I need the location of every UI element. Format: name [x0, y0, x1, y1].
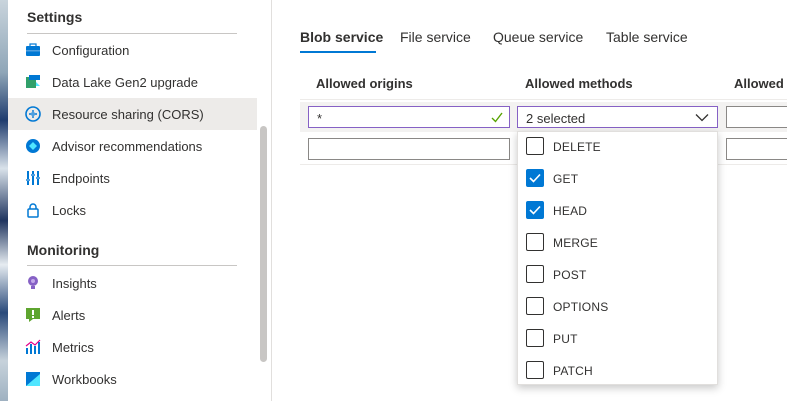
- checkbox[interactable]: [526, 265, 544, 283]
- lock-icon: [27, 203, 39, 218]
- sidebar-item-label: Advisor recommendations: [52, 138, 203, 154]
- option-label: PATCH: [553, 364, 593, 378]
- chevron-down-icon: [695, 114, 709, 122]
- allowed-origins-input[interactable]: *: [308, 106, 510, 128]
- option-label: OPTIONS: [553, 300, 609, 314]
- method-option-put[interactable]: PUT: [518, 324, 717, 356]
- settings-section-header: Settings: [27, 9, 83, 25]
- sidebar-item-data-lake-upgrade[interactable]: Data Lake Gen2 upgrade: [8, 66, 257, 98]
- tab-table-service[interactable]: Table service: [606, 29, 688, 45]
- sidebar-item-configuration[interactable]: Configuration: [8, 34, 257, 66]
- sidebar-item-label: Configuration: [52, 42, 130, 58]
- checkbox[interactable]: [526, 137, 544, 155]
- checkbox-checked[interactable]: [526, 169, 544, 187]
- sidebar-item-workbooks[interactable]: Workbooks: [8, 363, 257, 395]
- column-header-allowed-origins: Allowed origins: [316, 76, 413, 91]
- sidebar-item-label: Resource sharing (CORS): [52, 106, 204, 122]
- sidebar-item-endpoints[interactable]: Endpoints: [8, 162, 257, 194]
- sidebar-item-label: Workbooks: [52, 371, 117, 387]
- metrics-icon: [25, 339, 41, 354]
- sidebar-item-cors[interactable]: Resource sharing (CORS): [8, 98, 257, 130]
- desktop-background: [0, 0, 8, 401]
- sidebar-item-label: Alerts: [52, 307, 86, 323]
- method-option-post[interactable]: POST: [518, 260, 717, 292]
- allowed-methods-dropdown[interactable]: 2 selected: [517, 106, 718, 128]
- methods-dropdown-menu: DELETE GET HEAD MERGE POST OPTIONS PUT P…: [517, 131, 718, 385]
- endpoints-icon: [26, 171, 40, 185]
- tab-file-service[interactable]: File service: [400, 29, 471, 45]
- advisor-icon: [26, 139, 40, 153]
- column-header-allowed-headers: Allowed h: [734, 76, 787, 91]
- option-label: HEAD: [553, 204, 588, 218]
- sidebar-item-insights[interactable]: Insights: [8, 267, 257, 299]
- sidebar-item-label: Data Lake Gen2 upgrade: [52, 74, 198, 90]
- option-label: PUT: [553, 332, 578, 346]
- sidebar-item-label: Locks: [52, 202, 86, 218]
- active-tab-indicator: [300, 51, 376, 53]
- checkmark-icon: [529, 205, 541, 215]
- allowed-headers-input-empty[interactable]: [726, 138, 787, 160]
- checkbox[interactable]: [526, 297, 544, 315]
- cors-icon: [25, 106, 41, 122]
- sidebar-scrollbar-thumb[interactable]: [260, 126, 267, 362]
- option-label: MERGE: [553, 236, 599, 250]
- sidebar-item-alerts[interactable]: Alerts: [8, 299, 257, 331]
- sidebar-item-locks[interactable]: Locks: [8, 194, 257, 226]
- allowed-origins-input-empty[interactable]: [308, 138, 510, 160]
- upgrade-icon: [26, 75, 40, 88]
- option-label: DELETE: [553, 140, 601, 154]
- option-label: GET: [553, 172, 579, 186]
- lightbulb-icon: [28, 276, 38, 289]
- method-option-options[interactable]: OPTIONS: [518, 292, 717, 324]
- monitoring-divider: [27, 265, 237, 266]
- column-header-allowed-methods: Allowed methods: [525, 76, 633, 91]
- tab-blob-service[interactable]: Blob service: [300, 29, 383, 45]
- sidebar-item-label: Endpoints: [52, 170, 110, 186]
- checkbox[interactable]: [526, 233, 544, 251]
- allowed-headers-input[interactable]: [726, 106, 787, 128]
- tab-queue-service[interactable]: Queue service: [493, 29, 583, 45]
- workbook-icon: [26, 372, 40, 386]
- sidebar-item-metrics[interactable]: Metrics: [8, 331, 257, 363]
- valid-check-icon: [491, 112, 503, 123]
- method-option-get[interactable]: GET: [518, 164, 717, 196]
- method-option-delete[interactable]: DELETE: [518, 132, 717, 164]
- monitoring-section-header: Monitoring: [27, 242, 100, 258]
- method-option-head[interactable]: HEAD: [518, 196, 717, 228]
- sidebar-item-advisor[interactable]: Advisor recommendations: [8, 130, 257, 162]
- sidebar-item-label: Insights: [52, 275, 97, 291]
- checkmark-icon: [529, 173, 541, 183]
- alert-icon: [26, 308, 40, 322]
- checkbox[interactable]: [526, 329, 544, 347]
- method-option-patch[interactable]: PATCH: [518, 356, 717, 388]
- checkbox-checked[interactable]: [526, 201, 544, 219]
- sidebar: Settings Configuration Data Lake Gen2 up…: [8, 0, 257, 401]
- sidebar-item-label: Metrics: [52, 339, 94, 355]
- allowed-origins-value: *: [317, 111, 323, 126]
- option-label: POST: [553, 268, 587, 282]
- method-option-merge[interactable]: MERGE: [518, 228, 717, 260]
- header-divider: [300, 99, 787, 100]
- briefcase-icon: [26, 43, 40, 56]
- allowed-methods-value: 2 selected: [526, 111, 586, 126]
- checkbox[interactable]: [526, 361, 544, 379]
